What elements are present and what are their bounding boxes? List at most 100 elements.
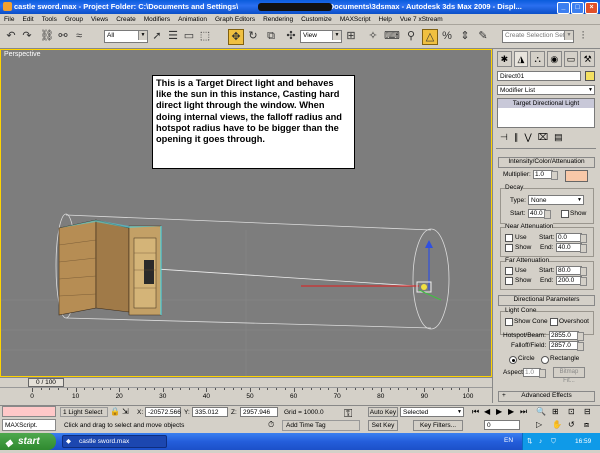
play-icon[interactable]: ▶ — [496, 407, 502, 416]
clock[interactable]: 16:59 — [575, 433, 591, 450]
menu-help[interactable]: Help — [375, 14, 396, 25]
select-manipulate-icon[interactable]: ✧ — [366, 29, 380, 43]
object-color-swatch[interactable] — [585, 71, 595, 81]
minimize-button[interactable]: _ — [557, 2, 570, 14]
near-use-checkbox[interactable] — [505, 234, 513, 242]
percent-snap-icon[interactable]: % — [440, 29, 454, 43]
rectangle-radio[interactable] — [541, 356, 549, 364]
menu-edit[interactable]: Edit — [18, 14, 37, 25]
object-name-field[interactable]: Direct01 — [497, 71, 581, 81]
modifier-stack-item[interactable]: Target Directional Light — [498, 99, 594, 108]
show-cone-checkbox[interactable] — [505, 318, 513, 326]
tray-icon-network[interactable]: ⇅ — [527, 433, 532, 450]
time-tag-icon[interactable]: ⏱ — [268, 420, 274, 430]
maxscript-listener[interactable]: MAXScript. — [2, 419, 56, 431]
menu-create[interactable]: Create — [112, 14, 140, 25]
menu-maxscript[interactable]: MAXScript — [336, 14, 375, 25]
multiplier-spinner[interactable]: 1.0 — [533, 170, 558, 180]
pivot-center-icon[interactable]: ⊞ — [344, 29, 358, 43]
rollout-intensity-header[interactable]: Intensity/Color/Attenuation — [498, 157, 595, 168]
ref-coord-icon[interactable]: ✣ — [284, 29, 298, 43]
menu-vue[interactable]: Vue 7 xStream — [396, 14, 447, 25]
unlink-icon[interactable]: ⚯ — [56, 29, 70, 43]
set-key-button[interactable]: Set Key — [368, 420, 398, 431]
current-frame-field[interactable]: 0 — [484, 420, 520, 430]
tray-icon-security[interactable]: ⛉ — [551, 433, 556, 450]
undo-icon[interactable]: ↶ — [4, 29, 18, 43]
menu-views[interactable]: Views — [87, 14, 112, 25]
absolute-mode-icon[interactable]: ⇲ — [122, 407, 129, 416]
language-indicator[interactable]: EN — [504, 437, 513, 444]
near-show-checkbox[interactable] — [505, 244, 513, 252]
zoom-all-icon[interactable]: ⊞ — [552, 407, 559, 416]
zoom-viewport-icon[interactable]: 🔍 — [536, 407, 546, 416]
menu-tools[interactable]: Tools — [38, 14, 61, 25]
go-to-start-icon[interactable]: ⏮ — [472, 407, 479, 417]
create-tab-icon[interactable]: ✱ — [497, 51, 512, 67]
light-color-swatch[interactable] — [565, 170, 588, 182]
go-to-end-icon[interactable]: ⏭ — [520, 407, 527, 417]
menu-customize[interactable]: Customize — [297, 14, 336, 25]
key-filters-button[interactable]: Key Filters... — [413, 420, 463, 431]
spinner-snap-icon[interactable]: ⇕ — [458, 29, 472, 43]
time-slider-track[interactable]: 0 / 100 — [0, 377, 492, 387]
angle-snap-icon[interactable]: △ — [422, 29, 438, 45]
rotate-icon[interactable]: ↻ — [246, 29, 260, 43]
field-of-view-icon[interactable]: ▷ — [536, 420, 542, 429]
snaps-toggle-icon[interactable]: ⚲ — [404, 29, 418, 43]
overshoot-checkbox[interactable] — [550, 318, 558, 326]
selection-filter-dropdown[interactable]: All ▼ — [104, 30, 148, 43]
far-use-checkbox[interactable] — [505, 267, 513, 275]
modifier-list-dropdown[interactable]: Modifier List ▼ — [497, 85, 595, 95]
menu-animation[interactable]: Animation — [174, 14, 211, 25]
make-unique-icon[interactable]: ⋁ — [524, 132, 531, 145]
selection-region-icon[interactable]: ▭ — [182, 29, 196, 43]
utilities-tab-icon[interactable]: ⚒ — [580, 51, 596, 67]
decay-show-checkbox[interactable] — [561, 210, 569, 218]
aspect-spinner[interactable]: 1.0 — [523, 368, 546, 378]
menu-file[interactable]: File — [0, 14, 18, 25]
scale-icon[interactable]: ⧉ — [264, 29, 278, 43]
show-end-result-icon[interactable]: ∥ — [514, 132, 519, 145]
arc-rotate-icon[interactable]: ↺ — [568, 420, 575, 429]
close-button[interactable]: × — [585, 2, 598, 14]
menu-rendering[interactable]: Rendering — [259, 14, 297, 25]
key-mode-dropdown[interactable]: Selected ▼ — [400, 407, 464, 417]
named-selection-dropdown[interactable]: Create Selection Set ▼ — [502, 30, 574, 43]
menu-graph-editors[interactable]: Graph Editors — [211, 14, 259, 25]
viewport-label[interactable]: Perspective — [4, 51, 41, 58]
rollout-directional-header[interactable]: Directional Parameters — [498, 295, 595, 306]
pin-stack-icon[interactable]: ⊣ — [500, 132, 508, 145]
near-start-spinner[interactable]: 0.0 — [556, 233, 587, 243]
previous-frame-icon[interactable]: ◀ — [484, 407, 490, 416]
decay-start-spinner[interactable]: 40.0 — [528, 209, 551, 219]
reference-coordinate-dropdown[interactable]: View ▼ — [300, 30, 342, 43]
modify-tab-icon[interactable]: ◮ — [513, 51, 529, 67]
z-coordinate-field[interactable]: 2957.946 — [240, 407, 278, 417]
link-icon[interactable]: ⛓ — [40, 29, 54, 43]
select-by-name-icon[interactable]: ☰ — [166, 29, 180, 43]
select-object-icon[interactable]: ➚ — [150, 29, 164, 43]
time-slider-handle[interactable]: 0 / 100 — [28, 378, 64, 387]
far-end-spinner[interactable]: 200.0 — [556, 276, 587, 286]
hierarchy-tab-icon[interactable]: ⛬ — [530, 51, 546, 67]
taskbar-window-button[interactable]: ◆ castle sword.max — [62, 435, 167, 448]
keyboard-shortcut-icon[interactable]: ⌨ — [384, 29, 400, 43]
mirror-icon[interactable]: ⫶ — [576, 29, 590, 43]
move-icon[interactable]: ✥ — [228, 29, 244, 45]
zoom-extents-icon[interactable]: ⊡ — [568, 407, 575, 416]
auto-key-button[interactable]: Auto Key — [368, 407, 398, 417]
falloff-spinner[interactable]: 2857.0 — [549, 341, 584, 351]
hotspot-spinner[interactable]: 2855.0 — [549, 331, 584, 341]
y-coordinate-field[interactable]: 335.012 — [192, 407, 228, 417]
maximize-viewport-icon[interactable]: ⧈ — [584, 420, 589, 430]
maximize-button[interactable]: □ — [571, 2, 584, 14]
display-tab-icon[interactable]: ▭ — [563, 51, 579, 67]
decay-type-dropdown[interactable]: None ▼ — [528, 195, 584, 205]
window-crossing-icon[interactable]: ⬚ — [198, 29, 212, 43]
redo-icon[interactable]: ↷ — [20, 29, 34, 43]
maxscript-listener-pink[interactable] — [2, 406, 56, 417]
remove-modifier-icon[interactable]: ⌧ — [538, 132, 548, 145]
configure-sets-icon[interactable]: ▤ — [554, 132, 563, 145]
menu-modifiers[interactable]: Modifiers — [140, 14, 174, 25]
